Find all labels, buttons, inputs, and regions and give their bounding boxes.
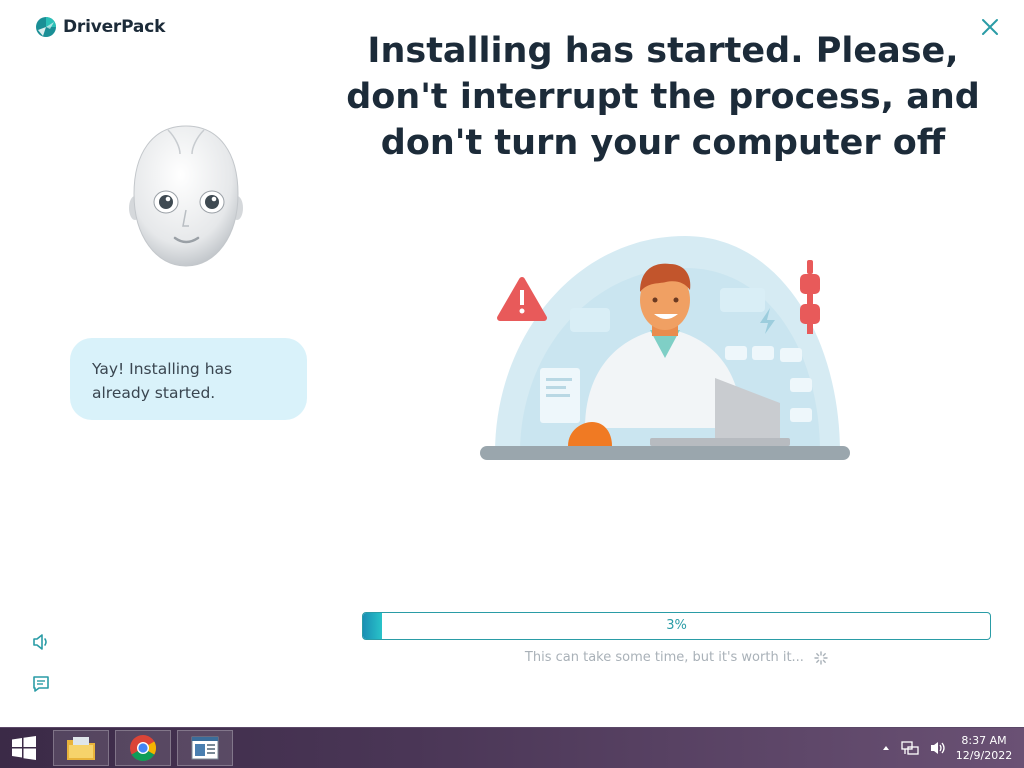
progress-percent: 3% — [666, 618, 687, 633]
doctor-installing-illustration — [480, 236, 850, 460]
progress-hint: This can take some time, but it's worth … — [362, 650, 991, 665]
volume-tray-button[interactable] — [929, 740, 947, 756]
taskbar-chrome[interactable] — [115, 730, 171, 766]
show-hidden-icons-icon — [883, 746, 889, 750]
chat-button[interactable] — [31, 674, 51, 694]
taskbar-driverpack[interactable] — [177, 730, 233, 766]
page-title: Installing has started. Please, don't in… — [346, 31, 980, 163]
clock-time: 8:37 AM — [961, 734, 1007, 747]
start-button[interactable] — [0, 728, 48, 768]
progress-hint-text: This can take some time, but it's worth … — [524, 650, 804, 665]
driverpack-window: DriverPack Yay! Installing has already s… — [0, 0, 1024, 727]
clock-date: 12/9/2022 — [955, 749, 1013, 762]
network-icon — [901, 741, 919, 755]
brand-name: DriverPack — [63, 17, 166, 37]
install-progress-bar: 3% — [362, 612, 991, 640]
volume-icon — [931, 742, 945, 754]
driverpack-logo-icon — [36, 17, 56, 37]
windows-logo-icon — [12, 736, 36, 760]
chrome-icon — [130, 735, 157, 762]
robot-avatar — [129, 125, 243, 267]
taskbar-file-explorer[interactable] — [53, 730, 109, 766]
chat-icon — [33, 676, 49, 692]
taskbar-clock[interactable]: 8:37 AM 12/9/2022 — [952, 733, 1016, 763]
loading-spinner-icon — [814, 650, 828, 665]
file-explorer-icon — [67, 737, 95, 760]
assistant-message-bubble: Yay! Installing has already started. — [70, 338, 307, 420]
driverpack-window-icon — [191, 736, 219, 760]
system-tray: 8:37 AM 12/9/2022 — [876, 728, 1024, 768]
speaker-icon — [33, 634, 47, 650]
windows-taskbar: 8:37 AM 12/9/2022 — [0, 727, 1024, 768]
brand-logo: DriverPack — [35, 16, 165, 38]
network-tray-button[interactable] — [901, 740, 919, 756]
sound-toggle-button[interactable] — [31, 632, 51, 652]
show-hidden-icons-button[interactable] — [881, 743, 891, 753]
